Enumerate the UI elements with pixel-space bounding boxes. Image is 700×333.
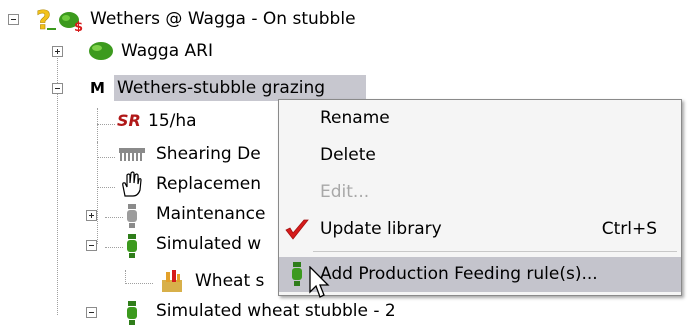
wagga-expand-toggle[interactable] <box>52 46 63 57</box>
tree-guide-line <box>125 283 153 284</box>
tree-item-simulated-2[interactable]: Simulated wheat stubble - 2 <box>153 298 399 324</box>
context-menu: Rename Delete Edit... Update library Ctr… <box>278 99 682 296</box>
tree-guide-line <box>105 247 123 248</box>
menu-item-label: Edit... <box>320 182 370 202</box>
feeder-green-icon <box>125 233 139 261</box>
menu-item-update-library[interactable]: Update library Ctrl+S <box>279 212 681 247</box>
wethers-collapse-toggle[interactable] <box>52 83 63 94</box>
money-sheep-icon: $ <box>58 8 84 35</box>
menu-item-rename[interactable]: Rename <box>279 101 681 136</box>
question-icon: ? <box>35 4 57 36</box>
tree-item-shearing[interactable]: Shearing De <box>153 141 264 167</box>
menu-item-label: Update library <box>320 219 442 239</box>
wheat-stubble-icon <box>160 268 184 294</box>
tree-guide-line <box>97 157 115 158</box>
feeder-green-icon <box>290 261 304 289</box>
mouse-cursor-icon <box>309 265 331 300</box>
menu-item-delete[interactable]: Delete <box>279 138 681 173</box>
tree-item-wethers[interactable]: Wethers-stubble grazing <box>114 75 366 101</box>
tree-item-wagga[interactable]: Wagga ARI <box>118 38 216 64</box>
tree-item-root[interactable]: Wethers @ Wagga - On stubble <box>87 6 359 32</box>
tree-guide-line <box>97 187 115 188</box>
tree-guide-line <box>125 270 126 284</box>
feeder-green-icon <box>125 300 139 328</box>
tree-guide-line <box>105 217 123 218</box>
tree-guide-line <box>97 108 98 142</box>
menu-item-add-production-feeding-rule[interactable]: Add Production Feeding rule(s)... <box>279 257 681 292</box>
simulated1-collapse-toggle[interactable] <box>86 240 97 251</box>
tree-item-sr[interactable]: 15/ha <box>145 108 200 134</box>
hand-icon <box>117 170 145 198</box>
simulated2-collapse-toggle[interactable] <box>86 307 97 318</box>
menu-item-label: Add Production Feeding rule(s)... <box>320 264 598 284</box>
svg-text:$: $ <box>74 20 83 32</box>
stocking-rate-badge: SR <box>117 111 141 130</box>
tree-item-wheat[interactable]: Wheat s <box>192 268 267 294</box>
root-collapse-toggle[interactable] <box>8 14 19 25</box>
checkmark-icon <box>283 218 311 242</box>
menu-item-label: Rename <box>320 108 390 128</box>
menu-item-edit[interactable]: Edit... <box>279 175 681 210</box>
maintenance-expand-toggle[interactable] <box>86 210 97 221</box>
tree-item-simulated-1[interactable]: Simulated w <box>153 231 264 257</box>
farm-icon <box>88 40 114 62</box>
shearing-comb-icon <box>117 145 147 163</box>
menu-item-shortcut: Ctrl+S <box>601 219 657 239</box>
tree-item-maintenance[interactable]: Maintenance <box>153 201 268 227</box>
tree-guide-line <box>97 124 115 125</box>
menu-item-label: Delete <box>320 145 376 165</box>
tree-item-replacement[interactable]: Replacemen <box>153 171 264 197</box>
management-badge: M <box>90 79 105 97</box>
menu-separator <box>313 251 677 252</box>
feeder-gray-icon <box>125 203 139 231</box>
